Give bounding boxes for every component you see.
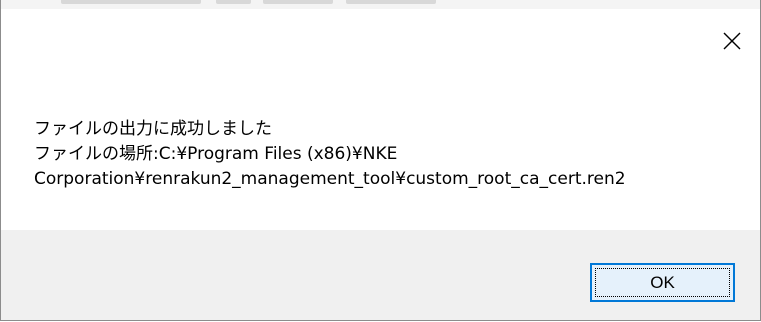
ok-button-label: OK bbox=[650, 272, 675, 292]
close-icon bbox=[723, 32, 741, 50]
dialog-message: ファイルの出力に成功しました ファイルの場所:C:¥Program Files … bbox=[34, 117, 744, 192]
message-line-path-continued: Corporation¥renrakun2_management_tool¥cu… bbox=[34, 169, 626, 189]
background-window-fragment bbox=[1, 0, 760, 9]
message-dialog: ファイルの出力に成功しました ファイルの場所:C:¥Program Files … bbox=[0, 0, 761, 321]
message-line-success: ファイルの出力に成功しました bbox=[34, 119, 272, 139]
message-line-path: ファイルの場所:C:¥Program Files (x86)¥NKE bbox=[34, 144, 398, 164]
dialog-footer: OK bbox=[1, 230, 760, 320]
ok-button[interactable]: OK bbox=[590, 263, 735, 302]
close-button[interactable] bbox=[710, 19, 754, 63]
